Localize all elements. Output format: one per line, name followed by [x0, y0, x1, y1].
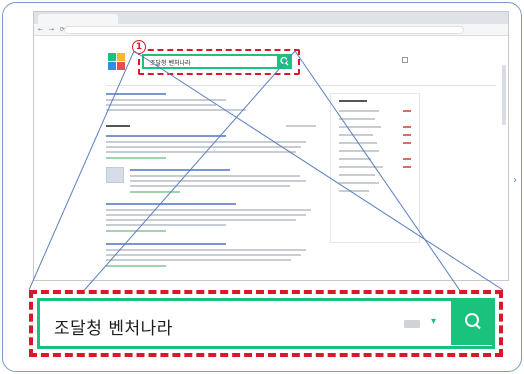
zoomed-search-highlight: 조달청 벤처나라 ▾	[29, 290, 503, 357]
figure-frame: ← → ⟳ ⌂ 조달청 벤처나라 1 › 조달청 벤처나라 ▾	[2, 2, 522, 372]
zoomed-search-button[interactable]	[451, 298, 495, 345]
keyboard-icon[interactable]	[404, 320, 420, 328]
zoomed-search-box[interactable]: 조달청 벤처나라 ▾	[37, 298, 495, 349]
zoomed-search-input[interactable]: 조달청 벤처나라	[54, 314, 173, 339]
search-icon	[465, 312, 481, 329]
chevron-down-icon[interactable]: ▾	[431, 316, 436, 327]
side-arrow-icon: ›	[513, 175, 517, 186]
